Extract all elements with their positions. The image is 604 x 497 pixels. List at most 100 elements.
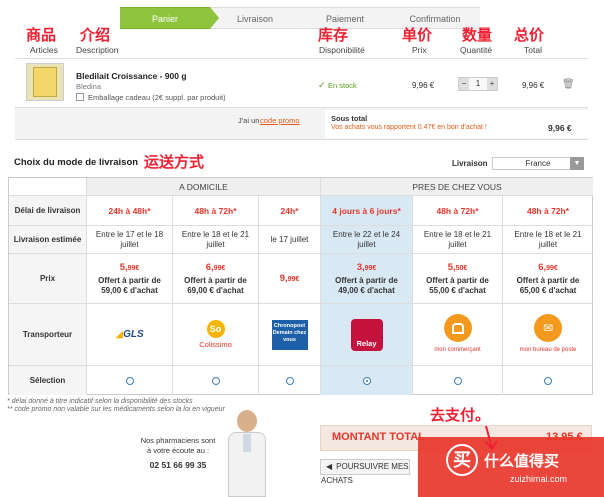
total-label: MONTANT TOTAL	[332, 431, 425, 443]
option-price: 3,99€	[356, 261, 377, 273]
pharmacist-avatar	[226, 410, 268, 497]
option-price-int: 5,	[119, 261, 128, 273]
trash-icon[interactable]: 🗑	[562, 79, 575, 90]
points-message: Vos achats vous rapportent 0.47€ en bon …	[331, 124, 487, 131]
gls-logo: ◢ GLS	[115, 328, 144, 340]
subtotal-label: Sous total	[331, 114, 368, 123]
subtotal-value: 9,96 €	[548, 123, 572, 133]
colissimo-logo: So	[206, 319, 225, 338]
carrier-cell: ✉ mon bureau de poste	[503, 304, 593, 366]
corner-cell	[9, 178, 87, 196]
option-price: 6,99€	[538, 261, 558, 273]
country-value[interactable]: France	[526, 159, 551, 168]
annotation-stock: 库存	[318, 26, 349, 44]
watermark-logo: 买	[446, 444, 478, 476]
radio-poste[interactable]	[544, 376, 552, 385]
option-offer: Offert à partir de 59,00 € d'achat	[98, 275, 161, 295]
watermark-title: 什么值得买	[484, 452, 560, 470]
option-date: Entre le 17 et le 18 juillet	[87, 226, 173, 254]
header-disponibilite: Disponibilité	[319, 45, 365, 55]
step-panier: Panier	[120, 7, 219, 29]
option-date: Entre le 18 et le 21 juillet	[413, 226, 503, 254]
option-delay: 4 jours à 6 jours*	[321, 196, 413, 226]
option-delay: 48h à 72h*	[503, 196, 593, 226]
relay-logo: Relay	[350, 318, 383, 351]
carrier-cell: Chronopost Demain chez vous	[259, 304, 321, 366]
quantity-stepper[interactable]: − 1 +	[458, 77, 498, 91]
product-name[interactable]: Bledilait Croissance - 900 g	[76, 71, 187, 81]
option-price: 6,99€	[205, 261, 226, 273]
selection-cell[interactable]	[321, 366, 413, 395]
header-description: Description	[76, 45, 119, 55]
footnote-delay: * délai donné à titre indicatif selon la…	[7, 398, 193, 405]
gift-wrap-label: Emballage cadeau (2€ suppl. par produit)	[88, 93, 226, 102]
row-label-price: Prix	[9, 254, 87, 304]
product-brand: Bledina	[76, 82, 102, 91]
option-price: 5,99€	[120, 262, 140, 274]
gift-wrap-checkbox[interactable]	[76, 93, 84, 101]
watermark-url: zuizhimai.com	[510, 474, 568, 484]
product-can-image	[33, 67, 57, 97]
country-label: Livraison	[452, 159, 488, 168]
colissimo-name: Colissimo	[199, 339, 232, 349]
pharmacist-line2: à votre écoute au :	[146, 446, 210, 455]
unit-price: 9,96 €	[412, 81, 435, 90]
promo-code-link[interactable]: code promo	[260, 116, 300, 125]
selection-cell[interactable]	[413, 366, 503, 395]
header-total: Total	[524, 45, 542, 55]
carrier-cell: So Colissimo	[173, 304, 259, 366]
option-date: le 17 juillet	[259, 226, 321, 254]
option-delay: 24h à 48h*	[87, 196, 173, 226]
radio-gls[interactable]	[125, 376, 134, 385]
carrier-name: mon commerçant	[434, 347, 481, 353]
pharmacist-text: Nos pharmaciens sont à votre écoute au :…	[138, 436, 218, 470]
check-icon: ✓	[318, 80, 326, 90]
option-offer: Offert à partir de 65,00 € d'achat	[516, 275, 580, 295]
post-office-icon: ✉	[534, 314, 562, 342]
carrier-cell: mon commerçant	[413, 304, 503, 366]
radio-commercant[interactable]	[453, 376, 462, 385]
carrier-cell: Relay	[321, 304, 413, 366]
page: { "steps": ["Panier", "Livraison", "Paie…	[0, 0, 604, 497]
option-delay: 24h*	[259, 196, 321, 226]
option-price-cell: 5,50€ Offert à partir de 55,00 € d'achat	[413, 254, 503, 304]
country-select[interactable]: France ▼	[492, 157, 584, 170]
pharmacist-line1: Nos pharmaciens sont	[140, 436, 216, 445]
chevron-left-icon[interactable]: ◀	[326, 462, 332, 471]
quantity-value[interactable]: 1	[476, 78, 480, 90]
annotation-shipping-method: 运送方式	[144, 153, 205, 171]
annotation-arrow-icon	[485, 425, 498, 451]
plus-icon[interactable]: +	[486, 78, 497, 90]
carrier-cell: ◢ GLS	[87, 304, 173, 366]
radio-relay[interactable]	[362, 376, 371, 385]
radio-chronopost[interactable]	[285, 376, 294, 385]
delivery-table: A DOMICILE PRES DE CHEZ VOUS Délai de li…	[8, 177, 593, 395]
selection-cell[interactable]	[503, 366, 593, 395]
option-offer: Offert à partir de 69,00 € d'achat	[184, 275, 247, 295]
option-offer: Offert à partir de 49,00 € d'achat	[335, 275, 398, 295]
option-price-cell: 3,99€ Offert à partir de 49,00 € d'achat	[321, 254, 413, 304]
minus-icon[interactable]: −	[459, 78, 469, 90]
footnote-promo: ** code promo non valable sur les médica…	[7, 406, 225, 413]
selection-cell[interactable]	[173, 366, 259, 395]
option-offer: Offert à partir de 55,00 € d'achat	[426, 275, 489, 295]
option-date: Entre le 18 et le 21 juillet	[503, 226, 593, 254]
step-livraison: Livraison	[210, 7, 309, 29]
selection-cell[interactable]	[87, 366, 173, 395]
selection-cell[interactable]	[259, 366, 321, 395]
row-label-selection: Sélection	[9, 366, 87, 395]
option-price-dec: 99€	[127, 264, 140, 272]
option-price-cell: 5,99€ Offert à partir de 59,00 € d'achat	[87, 254, 173, 304]
option-price: 5,50€	[447, 261, 468, 273]
continue-shopping-button[interactable]: ◀ POURSUIVRE MES ACHATS	[320, 459, 410, 485]
header-quantite: Quantité	[460, 45, 493, 55]
option-price-cell: 6,99€ Offert à partir de 65,00 € d'achat	[503, 254, 593, 304]
radio-colissimo[interactable]	[211, 376, 220, 385]
chevron-down-icon[interactable]: ▼	[570, 157, 584, 170]
annotation-unit-price: 单价	[402, 26, 433, 44]
annotation-total-price: 总价	[514, 26, 545, 44]
line-total: 9,96 €	[522, 81, 545, 90]
group-home: A DOMICILE	[87, 178, 321, 196]
annotation-intro: 介绍	[80, 26, 111, 44]
delivery-heading: Choix du mode de livraison	[14, 157, 139, 168]
